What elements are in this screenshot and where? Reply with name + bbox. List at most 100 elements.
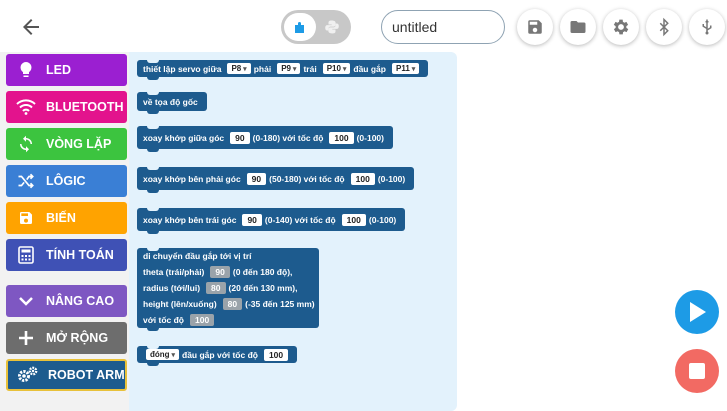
angle-input[interactable]: 90	[242, 213, 262, 226]
block-text: đầu gắp	[353, 63, 386, 74]
category-advanced[interactable]: NÂNG CAO	[6, 285, 127, 317]
block-text: (0 đến 180 độ),	[232, 267, 293, 277]
servo-gripper-pin-dropdown[interactable]: P11	[391, 63, 420, 74]
block-text: (0-140) với tốc độ	[264, 214, 336, 225]
height-input[interactable]: 80	[222, 298, 243, 310]
block-text: trái	[303, 63, 317, 74]
category-extensions[interactable]: MỞ RỘNG	[6, 322, 127, 354]
category-bluetooth[interactable]: BLUETOOTH	[6, 91, 127, 123]
python-mode-button[interactable]	[316, 13, 348, 41]
category-label: BIẾN	[46, 211, 76, 225]
category-math[interactable]: TÍNH TOÁN	[6, 239, 127, 271]
block-flyout: thiết lập servo giữa P8 phải P9 trái P10…	[129, 52, 457, 411]
gripper-block[interactable]: đóng đầu gắp với tốc độ 100	[137, 346, 298, 366]
gears-icon	[8, 366, 48, 384]
stop-icon	[689, 363, 705, 379]
angle-input[interactable]: 90	[230, 131, 250, 144]
speed-input[interactable]: 100	[329, 131, 354, 144]
speed-input[interactable]: 100	[190, 314, 215, 326]
block-text: xoay khớp bên trái góc	[143, 214, 237, 225]
lightbulb-icon	[6, 61, 46, 79]
block-text: (50-180) với tốc độ	[269, 173, 345, 184]
category-loops[interactable]: VÒNG LẶP	[6, 128, 127, 160]
block-text: (20 đến 130 mm),	[228, 283, 298, 293]
arrow-left-icon	[23, 19, 39, 35]
move-gripper-block[interactable]: di chuyển đầu gắp tới vị trí theta (trái…	[137, 248, 319, 331]
block-text: xoay khớp bên phải góc	[143, 173, 241, 184]
category-label: LÔGIC	[46, 174, 86, 188]
block-text: height (lên/xuống)	[143, 299, 217, 309]
run-button[interactable]	[675, 290, 719, 334]
block-text: (-35 đến 125 mm)	[245, 299, 315, 309]
category-label: MỞ RỘNG	[46, 331, 109, 345]
editor-mode-toggle[interactable]	[281, 10, 351, 44]
block-line: radius (tới/lui) 80 (20 đến 130 mm),	[143, 280, 301, 296]
bluetooth-icon	[659, 17, 669, 37]
servo-left-pin-dropdown[interactable]: P10	[322, 63, 351, 74]
category-sidebar: LED BLUETOOTH VÒNG LẶP LÔGIC BIẾN TÍNH T…	[0, 52, 129, 411]
servo-right-pin-dropdown[interactable]: P9	[277, 63, 301, 74]
block-text: (0-100)	[368, 214, 397, 225]
rotate-middle-joint-block[interactable]: xoay khớp giữa góc 90 (0-180) với tốc độ…	[137, 126, 393, 152]
category-logic[interactable]: LÔGIC	[6, 165, 127, 197]
loop-icon	[6, 135, 46, 153]
theta-input[interactable]: 90	[210, 266, 230, 278]
go-home-block[interactable]: về tọa độ gốc	[137, 92, 207, 114]
python-icon	[325, 20, 339, 34]
block-text: về tọa độ gốc	[143, 96, 198, 107]
save-button[interactable]	[517, 9, 553, 45]
puzzle-piece-icon	[295, 22, 304, 33]
angle-input[interactable]: 90	[246, 172, 267, 185]
block-text: phải	[253, 63, 272, 74]
block-text: di chuyển đầu gắp tới vị trí	[143, 251, 252, 261]
settings-button[interactable]	[603, 9, 639, 45]
calculator-icon	[6, 246, 46, 264]
block-text: theta (trái/phải)	[143, 267, 205, 277]
rotate-left-joint-block[interactable]: xoay khớp bên trái góc 90 (0-140) với tố…	[137, 208, 406, 234]
play-icon	[690, 302, 706, 322]
block-text: radius (tới/lui)	[143, 283, 201, 293]
category-label: TÍNH TOÁN	[46, 248, 114, 262]
speed-input[interactable]: 100	[263, 348, 289, 361]
block-line: di chuyển đầu gắp tới vị trí	[143, 248, 255, 264]
rotate-right-joint-block[interactable]: xoay khớp bên phải góc 90 (50-180) với t…	[137, 167, 415, 193]
project-name-input[interactable]	[381, 10, 505, 44]
category-robot-arm[interactable]: ROBOT ARM	[6, 359, 127, 391]
plus-icon	[6, 330, 46, 346]
block-text: (0-100)	[377, 173, 406, 184]
save-icon	[528, 20, 542, 34]
back-button[interactable]	[14, 10, 48, 44]
block-text: (0-100)	[356, 132, 384, 143]
radius-input[interactable]: 80	[206, 282, 226, 294]
gear-icon	[613, 19, 629, 35]
category-led[interactable]: LED	[6, 54, 127, 86]
block-text: xoay khớp giữa góc	[143, 132, 225, 143]
speed-input[interactable]: 100	[341, 213, 366, 226]
category-variables[interactable]: BIẾN	[6, 202, 127, 234]
category-label: VÒNG LẶP	[46, 137, 112, 151]
folder-icon	[570, 21, 586, 33]
open-folder-button[interactable]	[560, 9, 596, 45]
category-label: LED	[46, 63, 71, 77]
speed-input[interactable]: 100	[350, 172, 375, 185]
block-text: thiết lập servo giữa	[143, 63, 222, 74]
block-text: đầu gắp với tốc độ	[182, 349, 258, 360]
block-text: với tốc độ	[143, 315, 184, 325]
stop-button[interactable]	[675, 349, 719, 393]
category-label: NÂNG CAO	[46, 294, 115, 308]
category-label: ROBOT ARM	[48, 368, 125, 382]
block-line: theta (trái/phải) 90 (0 đến 180 độ),	[143, 264, 295, 280]
wifi-icon	[6, 99, 46, 115]
shuffle-icon	[6, 173, 46, 189]
block-text: (0-180) với tốc độ	[252, 132, 324, 143]
block-line: height (lên/xuống) 80 (-35 đến 125 mm)	[143, 296, 318, 312]
usb-button[interactable]	[689, 9, 725, 45]
blocks-mode-button[interactable]	[284, 13, 316, 41]
gripper-action-dropdown[interactable]: đóng	[146, 349, 180, 360]
usb-icon	[702, 19, 712, 35]
bluetooth-button[interactable]	[646, 9, 682, 45]
save-icon	[6, 210, 46, 226]
servo-setup-block[interactable]: thiết lập servo giữa P8 phải P9 trái P10…	[137, 60, 429, 80]
servo-middle-pin-dropdown[interactable]: P8	[227, 63, 251, 74]
chevron-down-icon	[6, 295, 46, 307]
